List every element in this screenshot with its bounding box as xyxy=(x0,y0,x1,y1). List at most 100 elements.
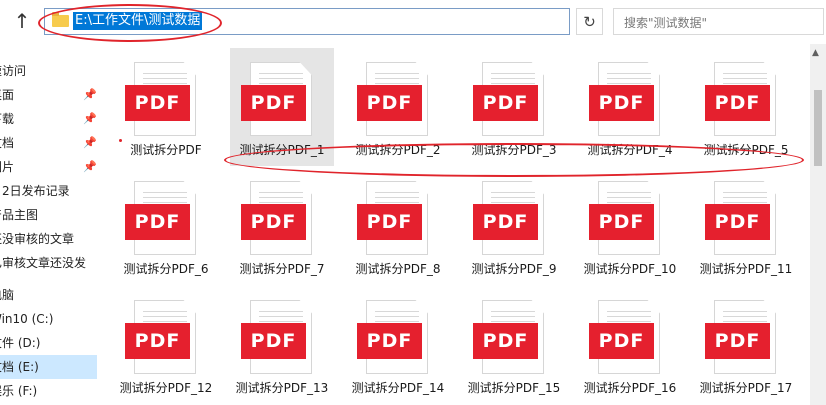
sidebar-item-label: 图片 xyxy=(0,160,15,174)
sidebar-item-label: 已审核文章还没发 xyxy=(0,256,87,270)
file-item[interactable]: PDF 测试拆分PDF_15 xyxy=(462,286,566,404)
sidebar-item-label: 速访问 xyxy=(0,64,27,78)
file-name: 测试拆分PDF_15 xyxy=(467,381,561,395)
address-bar[interactable]: E:\工作文件\测试数据 xyxy=(44,8,570,35)
sidebar-item-label: 产品主图 xyxy=(0,208,39,222)
pdf-badge: PDF xyxy=(589,85,654,121)
scroll-up-icon[interactable]: ▲ xyxy=(812,48,819,58)
file-name: 测试拆分PDF_1 xyxy=(239,143,325,157)
file-name: 测试拆分PDF_14 xyxy=(351,381,445,395)
sidebar-item[interactable]: Win10 (C:) xyxy=(0,307,97,331)
file-item[interactable]: PDF 测试拆分PDF_12 xyxy=(114,286,218,404)
pdf-badge: PDF xyxy=(357,204,422,240)
navigation-pane: 速访问桌面 📌 下载 📌 文档 📌 图片 📌 月2日发布记录产品主图还没审核的文章已审核文章还没… xyxy=(0,44,97,405)
sidebar-item-label: 还没审核的文章 xyxy=(0,232,75,246)
file-name: 测试拆分PDF_7 xyxy=(239,262,325,276)
sidebar-item[interactable]: 娱乐 (F:) xyxy=(0,379,97,403)
file-name: 测试拆分PDF_13 xyxy=(235,381,329,395)
sidebar-item[interactable]: 电脑 xyxy=(0,283,97,307)
file-grid: PDF 测试拆分PDF PDF 测试拆分PDF_1 PDF 测试拆分PDF_2 PDF 测试拆… xyxy=(97,44,810,405)
pdf-badge: PDF xyxy=(473,323,538,359)
file-item[interactable]: PDF 测试拆分PDF_8 xyxy=(346,167,450,285)
sidebar-item[interactable]: 产品主图 xyxy=(0,203,97,227)
pdf-badge: PDF xyxy=(705,204,770,240)
file-name: 测试拆分PDF_12 xyxy=(119,381,213,395)
sidebar-item[interactable]: 下载 📌 xyxy=(0,107,97,131)
sidebar-item-label: 电脑 xyxy=(0,288,15,302)
address-toolbar: ↑ E:\工作文件\测试数据 ↻ 搜索"测试数据" xyxy=(0,0,826,44)
sidebar-item[interactable]: 文档 (E:) xyxy=(0,355,97,379)
file-name: 测试拆分PDF_10 xyxy=(583,262,677,276)
annotation-dot xyxy=(119,139,122,142)
file-item[interactable]: PDF 测试拆分PDF_17 xyxy=(694,286,798,404)
folder-icon xyxy=(52,12,69,27)
file-item[interactable]: PDF 测试拆分PDF_5 xyxy=(694,48,798,166)
refresh-button[interactable]: ↻ xyxy=(576,8,603,35)
sidebar-item-label: 月2日发布记录 xyxy=(0,184,70,198)
pdf-badge: PDF xyxy=(241,204,306,240)
file-name: 测试拆分PDF_2 xyxy=(355,143,441,157)
pdf-badge: PDF xyxy=(473,204,538,240)
file-name: 测试拆分PDF_16 xyxy=(583,381,677,395)
file-name: 测试拆分PDF_8 xyxy=(355,262,441,276)
pdf-badge: PDF xyxy=(125,85,190,121)
pin-icon[interactable]: 📌 xyxy=(83,155,97,179)
file-name: 测试拆分PDF_6 xyxy=(123,262,209,276)
file-item[interactable]: PDF 测试拆分PDF_16 xyxy=(578,286,682,404)
file-item[interactable]: PDF 测试拆分PDF_1 xyxy=(230,48,334,166)
file-item[interactable]: PDF 测试拆分PDF xyxy=(114,48,218,166)
pin-icon[interactable]: 📌 xyxy=(83,131,97,155)
sidebar-item-label: 桌面 xyxy=(0,88,15,102)
sidebar-item[interactable]: 文件 (D:) xyxy=(0,331,97,355)
file-item[interactable]: PDF 测试拆分PDF_14 xyxy=(346,286,450,404)
pdf-badge: PDF xyxy=(125,204,190,240)
pdf-badge: PDF xyxy=(241,323,306,359)
pdf-badge: PDF xyxy=(705,323,770,359)
pdf-badge: PDF xyxy=(357,323,422,359)
file-item[interactable]: PDF 测试拆分PDF_3 xyxy=(462,48,566,166)
sidebar-item[interactable]: 月2日发布记录 xyxy=(0,179,97,203)
sidebar-item[interactable]: 已审核文章还没发 xyxy=(0,251,97,275)
sidebar-item[interactable]: 桌面 📌 xyxy=(0,83,97,107)
file-item[interactable]: PDF 测试拆分PDF_6 xyxy=(114,167,218,285)
sidebar-item-label: 文档 xyxy=(0,136,15,150)
file-name: 测试拆分PDF_17 xyxy=(699,381,793,395)
address-path[interactable]: E:\工作文件\测试数据 xyxy=(73,12,203,30)
file-name: 测试拆分PDF_3 xyxy=(471,143,557,157)
search-placeholder: 搜索"测试数据" xyxy=(624,16,708,30)
file-item[interactable]: PDF 测试拆分PDF_4 xyxy=(578,48,682,166)
sidebar-item-label: 文件 (D:) xyxy=(0,336,41,350)
sidebar-item[interactable]: 图片 📌 xyxy=(0,155,97,179)
pdf-badge: PDF xyxy=(589,204,654,240)
vertical-scrollbar[interactable]: ▲ xyxy=(810,44,826,405)
up-arrow-icon[interactable]: ↑ xyxy=(10,6,34,36)
pdf-badge: PDF xyxy=(241,85,306,121)
file-item[interactable]: PDF 测试拆分PDF_9 xyxy=(462,167,566,285)
sidebar-item[interactable]: 还没审核的文章 xyxy=(0,227,97,251)
pdf-badge: PDF xyxy=(705,85,770,121)
file-item[interactable]: PDF 测试拆分PDF_2 xyxy=(346,48,450,166)
file-name: 测试拆分PDF_4 xyxy=(587,143,673,157)
file-item[interactable]: PDF 测试拆分PDF_7 xyxy=(230,167,334,285)
file-item[interactable]: PDF 测试拆分PDF_11 xyxy=(694,167,798,285)
file-item[interactable]: PDF 测试拆分PDF_10 xyxy=(578,167,682,285)
sidebar-item-label: Win10 (C:) xyxy=(0,312,54,326)
pdf-badge: PDF xyxy=(589,323,654,359)
pdf-badge: PDF xyxy=(357,85,422,121)
file-name: 测试拆分PDF_9 xyxy=(471,262,557,276)
sidebar-item-label: 下载 xyxy=(0,112,15,126)
pdf-badge: PDF xyxy=(473,85,538,121)
file-name: 测试拆分PDF_11 xyxy=(699,262,793,276)
file-name: 测试拆分PDF_5 xyxy=(703,143,789,157)
sidebar-item[interactable]: 速访问 xyxy=(0,59,97,83)
scroll-thumb[interactable] xyxy=(814,90,822,166)
pdf-badge: PDF xyxy=(125,323,190,359)
sidebar-item-label: 娱乐 (F:) xyxy=(0,384,38,398)
pin-icon[interactable]: 📌 xyxy=(83,107,97,131)
sidebar-item-label: 文档 (E:) xyxy=(0,360,39,374)
file-name: 测试拆分PDF xyxy=(130,143,202,157)
pin-icon[interactable]: 📌 xyxy=(83,83,97,107)
sidebar-item[interactable]: 文档 📌 xyxy=(0,131,97,155)
search-input[interactable]: 搜索"测试数据" xyxy=(613,8,824,35)
file-item[interactable]: PDF 测试拆分PDF_13 xyxy=(230,286,334,404)
